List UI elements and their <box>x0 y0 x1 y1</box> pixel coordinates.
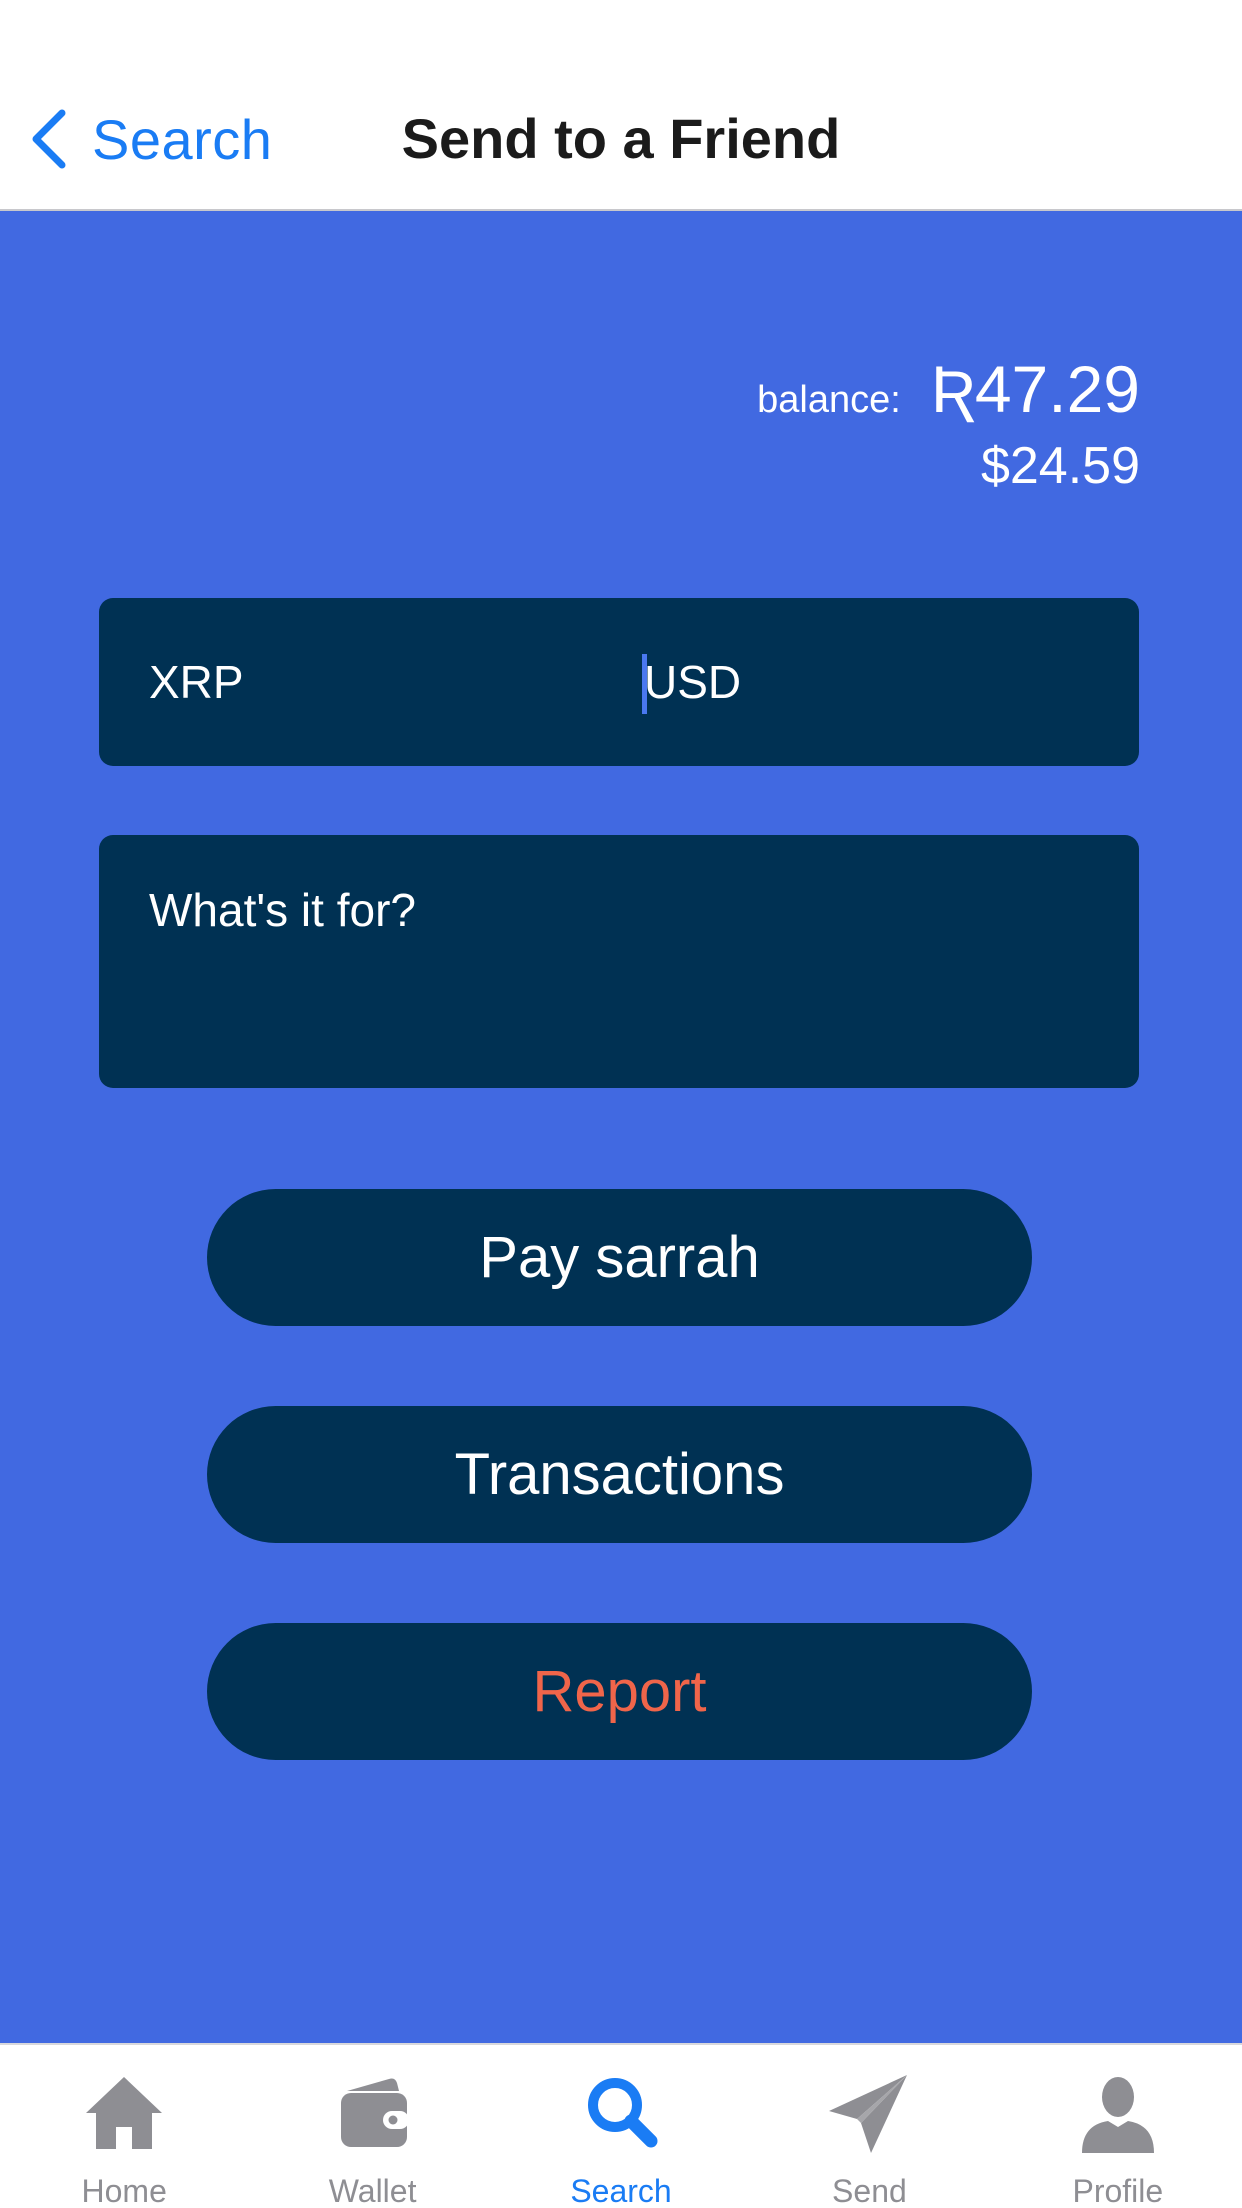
tab-wallet[interactable]: Wallet <box>248 2045 496 2208</box>
memo-input[interactable] <box>149 883 1079 1043</box>
navigation-bar: Search Send to a Friend <box>0 0 1242 211</box>
balance-xrp-value: Ʀ47.29 <box>930 352 1140 426</box>
xrp-amount-input[interactable] <box>149 650 569 714</box>
transactions-button[interactable]: Transactions <box>207 1406 1032 1543</box>
usd-amount-input[interactable] <box>644 650 1064 714</box>
search-icon <box>575 2067 667 2159</box>
tab-search[interactable]: Search <box>497 2045 745 2208</box>
tab-send[interactable]: Send <box>745 2045 993 2208</box>
home-icon <box>78 2067 170 2159</box>
tab-home[interactable]: Home <box>0 2045 248 2208</box>
send-form: balance: Ʀ47.29 $24.59 Pay sarrah Transa… <box>0 211 1242 2043</box>
tab-label: Search <box>570 2173 672 2208</box>
amount-fields <box>99 598 1139 766</box>
balance-label: balance: <box>757 379 901 421</box>
tab-label: Send <box>832 2173 907 2208</box>
page-title: Send to a Friend <box>401 107 841 170</box>
tab-label: Profile <box>1072 2173 1164 2208</box>
profile-icon <box>1072 2067 1164 2159</box>
memo-field <box>99 835 1139 1088</box>
tab-profile[interactable]: Profile <box>994 2045 1242 2208</box>
tab-label: Home <box>81 2173 167 2208</box>
pay-button[interactable]: Pay sarrah <box>207 1189 1032 1326</box>
report-button[interactable]: Report <box>207 1623 1032 1760</box>
tab-bar: Home Wallet Search Send Profile <box>0 2043 1242 2208</box>
wallet-icon <box>327 2067 419 2159</box>
tab-label: Wallet <box>328 2173 417 2208</box>
balance: balance: Ʀ47.29 <box>757 351 1140 427</box>
send-icon <box>823 2067 915 2159</box>
balance-usd-value: $24.59 <box>980 437 1140 495</box>
